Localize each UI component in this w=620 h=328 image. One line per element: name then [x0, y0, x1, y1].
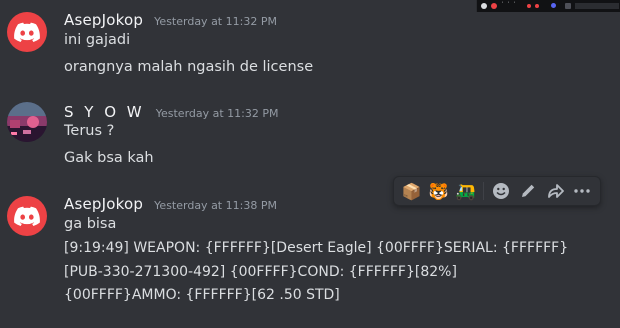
overlay-widget: · · · — [476, 0, 620, 12]
overlay-text: · · · — [501, 0, 517, 6]
username[interactable]: AsepJokop — [64, 195, 143, 213]
add-reaction-icon[interactable] — [488, 178, 515, 204]
overlay-bar — [575, 3, 619, 9]
message-text: [PUB-330-271300-492] {00FFFF}COND: {FFFF… — [64, 264, 457, 280]
overlay-indicator-icon — [535, 4, 539, 8]
overlay-gear-icon — [481, 3, 487, 9]
overlay-box-icon — [565, 3, 571, 9]
message-header: S Y O W Yesterday at 11:32 PM — [64, 102, 279, 121]
timestamp: Yesterday at 11:32 PM — [154, 15, 277, 28]
message-actions-toolbar: 📦 🐯 🛺 — [393, 176, 601, 206]
message-text: orangnya malah ngasih de license — [64, 59, 314, 75]
timestamp: Yesterday at 11:38 PM — [154, 199, 277, 212]
message-text: ga bisa — [64, 216, 117, 232]
username[interactable]: S Y O W — [64, 103, 145, 121]
overlay-indicator-icon — [527, 4, 531, 8]
discord-logo-icon — [14, 22, 40, 42]
avatar[interactable] — [7, 196, 47, 236]
user-avatar-image — [7, 102, 47, 142]
reaction-tiger-icon[interactable]: 🐯 — [425, 178, 452, 204]
reaction-rickshaw-icon[interactable]: 🛺 — [452, 178, 479, 204]
message-text: Gak bsa kah — [64, 150, 154, 166]
discord-logo-icon — [14, 206, 40, 226]
reaction-package-icon[interactable]: 📦 — [398, 178, 425, 204]
message-header: AsepJokop Yesterday at 11:38 PM — [64, 194, 277, 213]
forward-icon[interactable] — [542, 178, 569, 204]
message-text: {00FFFF}AMMO: {FFFFFF}[62 .50 STD] — [64, 287, 340, 303]
avatar[interactable] — [7, 12, 47, 52]
message-text: ini gajadi — [64, 32, 131, 48]
more-icon[interactable] — [569, 178, 596, 204]
message-text: Terus ? — [64, 123, 115, 139]
edit-icon[interactable] — [515, 178, 542, 204]
message-text: [9:19:49] WEAPON: {FFFFFF}[Desert Eagle]… — [64, 240, 569, 256]
avatar[interactable] — [7, 102, 47, 142]
toolbar-divider — [483, 182, 484, 200]
username[interactable]: AsepJokop — [64, 11, 143, 29]
overlay-status-icon — [551, 3, 556, 8]
timestamp: Yesterday at 11:32 PM — [155, 107, 279, 120]
message-header: AsepJokop Yesterday at 11:32 PM — [64, 10, 277, 29]
overlay-record-icon — [491, 3, 497, 9]
